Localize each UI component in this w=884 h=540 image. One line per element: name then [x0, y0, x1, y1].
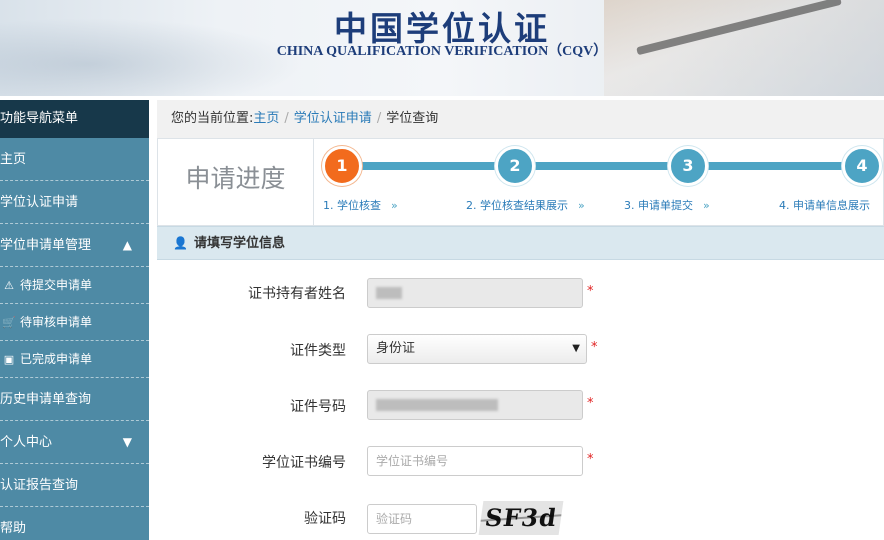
- breadcrumb-current: 学位查询: [386, 111, 439, 126]
- sidebar-item-label: 待审核申请单: [20, 315, 93, 329]
- breadcrumb-home-link[interactable]: 主页: [253, 111, 279, 126]
- step-1-label: 1. 学位核查 »: [323, 197, 398, 213]
- sidebar-item-label: 个人中心: [0, 435, 53, 450]
- sidebar-item-history[interactable]: 历史申请单查询: [0, 378, 149, 421]
- site-subtitle: CHINA QUALIFICATION VERIFICATION（CQV）: [276, 44, 608, 59]
- breadcrumb-application-link[interactable]: 学位认证申请: [294, 111, 372, 126]
- chevron-up-icon: ▲: [122, 238, 132, 252]
- progress-panel: 申请进度 1 2 3 4 1. 学位核查 » 2. 学位核查结果展示 » 3. 申请…: [157, 138, 884, 226]
- step-1-circle: 1: [322, 146, 362, 186]
- breadcrumb-separator: /: [284, 111, 289, 126]
- required-mark: *: [587, 284, 594, 299]
- sidebar-item-report-query[interactable]: 认证报告查询: [0, 464, 149, 507]
- sidebar-item-personal-center[interactable]: 个人中心 ▼: [0, 421, 149, 464]
- sidebar-item-help[interactable]: 帮助: [0, 507, 149, 540]
- user-icon: 👤: [173, 236, 188, 250]
- breadcrumb-prefix: 您的当前位置:: [171, 111, 254, 126]
- captcha-input[interactable]: 验证码: [367, 504, 477, 534]
- progress-title: 申请进度: [158, 139, 314, 225]
- id-type-label: 证件类型: [290, 343, 346, 359]
- certificate-number-placeholder: 学位证书编号: [376, 454, 449, 468]
- sidebar-item-pending-submit[interactable]: ⚠ 待提交申请单: [0, 267, 149, 304]
- step-3-circle: 3: [668, 146, 708, 186]
- degree-info-form: 证书持有者姓名 * 证件类型 身份证 ▼ * 证件号码 * 学位证书编号 学位证…: [157, 260, 884, 540]
- id-type-select[interactable]: 身份证 ▼: [367, 334, 587, 364]
- warning-icon: ⚠: [4, 279, 14, 292]
- step-2-circle: 2: [495, 146, 535, 186]
- required-mark: *: [587, 452, 594, 467]
- step-label-text: 4. 申请单信息展示: [779, 199, 870, 212]
- sidebar-item-home[interactable]: 主页: [0, 138, 149, 181]
- sidebar-item-label: 学位申请单管理: [0, 238, 92, 253]
- sidebar-item-label: 已完成申请单: [20, 352, 93, 366]
- sidebar-item-label: 主页: [0, 152, 27, 167]
- step-label-text: 1. 学位核查: [323, 199, 381, 212]
- step-label-text: 2. 学位核查结果展示: [466, 199, 568, 212]
- sidebar-item-application-management[interactable]: 学位申请单管理 ▲: [0, 224, 149, 267]
- sidebar-item-label: 历史申请单查询: [0, 392, 92, 407]
- required-mark: *: [587, 396, 594, 411]
- id-type-value: 身份证: [376, 341, 416, 356]
- sidebar-item-pending-review[interactable]: 🛒 待审核申请单: [0, 304, 149, 341]
- step-2-label: 2. 学位核查结果展示 »: [466, 197, 585, 213]
- sidebar-heading: 功能导航菜单: [0, 100, 149, 138]
- id-number-label: 证件号码: [290, 399, 346, 415]
- cart-icon: 🛒: [2, 316, 16, 329]
- step-arrow: »: [578, 199, 585, 212]
- required-mark: *: [591, 340, 598, 355]
- captcha-label: 验证码: [304, 511, 346, 527]
- redacted-value: [376, 398, 498, 411]
- holder-name-label: 证书持有者姓名: [248, 286, 346, 302]
- step-arrow: »: [703, 199, 710, 212]
- sidebar-item-label: 待提交申请单: [20, 278, 93, 292]
- redacted-value: [376, 286, 402, 299]
- step-label-text: 3. 申请单提交: [624, 199, 693, 212]
- progress-track: [342, 162, 862, 170]
- certificate-number-label: 学位证书编号: [262, 455, 346, 471]
- sidebar-item-label: 学位认证申请: [0, 195, 79, 210]
- section-heading: 👤 请填写学位信息: [157, 226, 884, 260]
- sidebar-item-label: 帮助: [0, 521, 27, 536]
- site-banner: 中国学位认证 CHINA QUALIFICATION VERIFICATION（…: [0, 0, 884, 96]
- breadcrumb-separator: /: [376, 111, 382, 126]
- sidebar-item-degree-application[interactable]: 学位认证申请: [0, 181, 149, 224]
- step-arrow: »: [391, 199, 398, 212]
- breadcrumb: 您的当前位置:主页 / 学位认证申请 / 学位查询: [157, 100, 884, 138]
- sidebar-nav: 功能导航菜单 主页 学位认证申请 学位申请单管理 ▲ ⚠ 待提交申请单 🛒 待审核申…: [0, 100, 149, 540]
- section-title: 请填写学位信息: [193, 236, 285, 251]
- chevron-down-icon: ▼: [572, 343, 580, 354]
- captcha-placeholder: 验证码: [376, 512, 413, 526]
- step-4-label: 4. 申请单信息展示: [779, 197, 870, 213]
- captcha-image[interactable]: SF3d: [478, 501, 564, 535]
- step-3-label: 3. 申请单提交 »: [624, 197, 710, 213]
- briefcase-icon: ▣: [3, 353, 15, 366]
- chevron-down-icon: ▼: [122, 435, 132, 449]
- holder-name-input[interactable]: [367, 278, 583, 308]
- sidebar-item-label: 认证报告查询: [0, 478, 79, 493]
- certificate-number-input[interactable]: 学位证书编号: [367, 446, 583, 476]
- sidebar-item-completed[interactable]: ▣ 已完成申请单: [0, 341, 149, 378]
- id-number-input[interactable]: [367, 390, 583, 420]
- step-4-circle: 4: [842, 146, 882, 186]
